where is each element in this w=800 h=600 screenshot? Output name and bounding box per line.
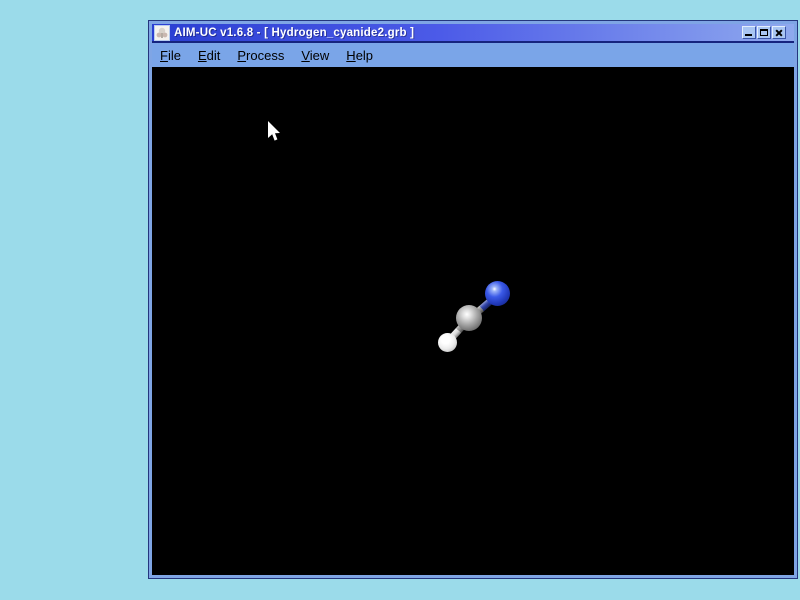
menu-bar: File Edit Process View Help <box>152 43 794 67</box>
menu-item-view[interactable]: View <box>301 48 329 63</box>
mouse-cursor-icon <box>268 121 280 141</box>
title-bar[interactable]: AIM-UC v1.6.8 - [ Hydrogen_cyanide2.grb … <box>152 24 794 43</box>
close-button[interactable] <box>772 26 786 39</box>
molecule-viewport[interactable] <box>152 67 794 575</box>
maximize-icon <box>760 29 768 36</box>
atom-carbon <box>456 305 482 331</box>
app-icon <box>154 24 170 41</box>
desktop-background: AIM-UC v1.6.8 - [ Hydrogen_cyanide2.grb … <box>0 0 800 600</box>
window-controls <box>742 26 786 39</box>
window-title: AIM-UC v1.6.8 - [ Hydrogen_cyanide2.grb … <box>174 26 415 39</box>
maximize-button[interactable] <box>757 26 771 39</box>
minimize-icon <box>745 34 752 36</box>
menu-item-edit[interactable]: Edit <box>198 48 220 63</box>
menu-item-file[interactable]: File <box>160 48 181 63</box>
app-window: AIM-UC v1.6.8 - [ Hydrogen_cyanide2.grb … <box>148 20 798 579</box>
atom-nitrogen <box>485 281 510 306</box>
menu-item-help[interactable]: Help <box>346 48 373 63</box>
close-icon <box>773 27 785 38</box>
atom-hydrogen <box>438 333 457 352</box>
minimize-button[interactable] <box>742 26 756 39</box>
menu-item-process[interactable]: Process <box>237 48 284 63</box>
